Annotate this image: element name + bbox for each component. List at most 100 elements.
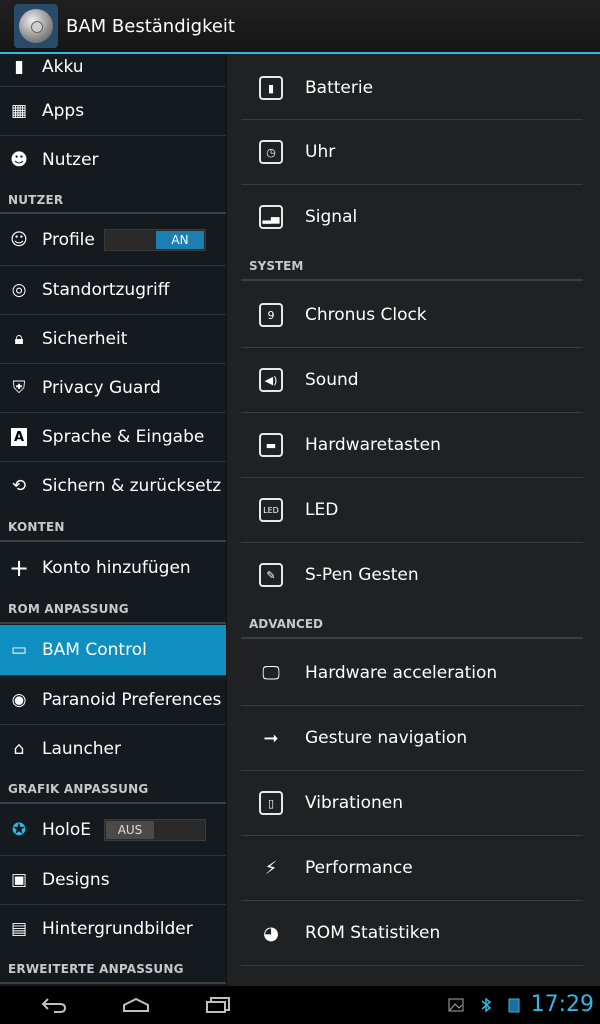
toggle-on-label: AN bbox=[156, 231, 204, 249]
section-header-grafik: GRAFIK ANPASSUNG bbox=[8, 782, 149, 796]
left-item-paranoid[interactable]: ◉ Paranoid Preferences bbox=[0, 676, 226, 724]
action-bar: BAM Beständigkeit bbox=[0, 0, 600, 54]
right-item-hardwaretasten[interactable]: ▬ Hardwaretasten bbox=[241, 413, 583, 477]
left-item-designs[interactable]: ▣ Designs bbox=[0, 856, 226, 904]
left-item-label: Profile bbox=[42, 230, 95, 250]
left-item-apps[interactable]: ▦ Apps bbox=[0, 87, 226, 135]
right-item-gesture-navigation[interactable]: ➞ Gesture navigation bbox=[241, 706, 583, 770]
image-notification-icon[interactable] bbox=[448, 997, 464, 1013]
right-item-led[interactable]: LED LED bbox=[241, 478, 583, 542]
left-item-bam-control[interactable]: ▭ BAM Control bbox=[0, 625, 226, 675]
spen-icon: ✎ bbox=[259, 563, 283, 587]
section-header-erweiterte: ERWEITERTE ANPASSUNG bbox=[8, 962, 184, 976]
left-item-label: Apps bbox=[42, 101, 85, 121]
profile-icon: ☺ bbox=[10, 230, 28, 250]
clock-icon: ◷ bbox=[259, 140, 283, 164]
left-item-label: Sichern & zurücksetz bbox=[42, 476, 222, 496]
profile-toggle[interactable]: AN bbox=[104, 229, 206, 251]
right-item-label: LED bbox=[305, 500, 339, 520]
right-item-hardware-acceleration[interactable]: 🖵︎ Hardware acceleration bbox=[241, 641, 583, 705]
right-item-label: Batterie bbox=[305, 78, 374, 98]
bluetooth-icon bbox=[478, 997, 494, 1013]
left-item-label: Designs bbox=[42, 870, 110, 890]
left-item-sicherheit[interactable]: 🔒︎ Sicherheit bbox=[0, 315, 226, 363]
left-item-standortzugriff[interactable]: ◎ Standortzugriff bbox=[0, 266, 226, 314]
right-item-label: Hardware acceleration bbox=[305, 663, 498, 683]
section-header-rom: ROM ANPASSUNG bbox=[8, 602, 129, 616]
left-item-label: Paranoid Preferences bbox=[42, 690, 222, 710]
sound-icon: ◀) bbox=[259, 368, 283, 392]
holo-toggle[interactable]: AUS bbox=[104, 819, 206, 841]
chronus-icon: 9 bbox=[259, 303, 283, 327]
left-item-nutzer[interactable]: ☻ Nutzer bbox=[0, 136, 226, 184]
section-header-nutzer: NUTZER bbox=[8, 193, 64, 207]
right-item-uhr[interactable]: ◷ Uhr bbox=[241, 120, 583, 184]
recent-apps-button[interactable] bbox=[198, 992, 238, 1018]
battery-icon: ▮ bbox=[259, 76, 283, 100]
home-button[interactable] bbox=[116, 992, 156, 1018]
vibration-icon: ▯ bbox=[259, 791, 283, 815]
battery-icon: ▮ bbox=[14, 57, 24, 77]
left-item-sichern[interactable]: ⟲ Sichern & zurücksetz bbox=[0, 462, 226, 510]
lightning-icon: ⚡︎ bbox=[264, 857, 278, 879]
apps-icon: ▦ bbox=[10, 101, 28, 121]
bam-control-icon: ▭ bbox=[10, 640, 28, 660]
right-item-label: Chronus Clock bbox=[305, 305, 427, 325]
right-item-spen[interactable]: ✎ S-Pen Gesten bbox=[241, 543, 583, 607]
right-item-signal[interactable]: ▂▄ Signal bbox=[241, 185, 583, 249]
shield-icon: ⛨ bbox=[12, 378, 26, 398]
right-item-label: Signal bbox=[305, 207, 358, 227]
statistics-icon: ◕ bbox=[263, 922, 279, 944]
right-settings-panel[interactable]: ▮ Batterie ◷ Uhr ▂▄ Signal SYSTEM 9 Chro… bbox=[226, 54, 600, 986]
left-item-launcher[interactable]: ⌂ Launcher bbox=[0, 725, 226, 773]
right-item-label: Hardwaretasten bbox=[305, 435, 441, 455]
left-item-label: Konto hinzufügen bbox=[42, 558, 191, 578]
battery-status-icon bbox=[506, 997, 522, 1013]
left-item-label: Sicherheit bbox=[42, 329, 128, 349]
plus-icon: + bbox=[8, 554, 30, 582]
left-item-akku[interactable]: ▮ Akku bbox=[0, 54, 226, 84]
wallpaper-icon: ▤ bbox=[10, 919, 28, 939]
right-item-batterie[interactable]: ▮ Batterie bbox=[241, 56, 583, 120]
left-item-label: Hintergrundbilder bbox=[42, 919, 193, 939]
left-item-privacy-guard[interactable]: ⛨ Privacy Guard bbox=[0, 364, 226, 412]
right-item-label: Gesture navigation bbox=[305, 728, 468, 748]
location-icon: ◎ bbox=[11, 280, 27, 300]
left-item-label: Standortzugriff bbox=[42, 280, 170, 300]
right-item-label: Sound bbox=[305, 370, 359, 390]
left-item-label: Launcher bbox=[42, 739, 122, 759]
section-header-konten: KONTEN bbox=[8, 520, 65, 534]
left-item-sprache[interactable]: A Sprache & Eingabe bbox=[0, 413, 226, 461]
toggle-off-label: AUS bbox=[106, 821, 154, 839]
right-item-performance[interactable]: ⚡︎ Performance bbox=[241, 836, 583, 900]
led-icon: LED bbox=[259, 498, 283, 522]
left-item-label: Nutzer bbox=[42, 150, 99, 170]
home-icon: ⌂ bbox=[13, 739, 25, 759]
left-item-label: Sprache & Eingabe bbox=[42, 427, 205, 447]
keyboard-icon: ▬ bbox=[259, 433, 283, 457]
right-item-label: Uhr bbox=[305, 142, 336, 162]
status-clock: 17:29 bbox=[530, 992, 594, 1017]
user-icon: ☻ bbox=[10, 150, 28, 170]
left-item-konto-hinzufuegen[interactable]: + Konto hinzufügen bbox=[0, 544, 226, 592]
right-item-vibrationen[interactable]: ▯ Vibrationen bbox=[241, 771, 583, 835]
left-item-hintergrundbilder[interactable]: ▤ Hintergrundbilder bbox=[0, 905, 226, 953]
right-item-chronus[interactable]: 9 Chronus Clock bbox=[241, 283, 583, 347]
right-item-rom-statistiken[interactable]: ◕ ROM Statistiken bbox=[241, 901, 583, 965]
signal-icon: ▂▄ bbox=[259, 205, 283, 229]
app-logo-icon[interactable] bbox=[14, 4, 58, 48]
section-header-advanced: ADVANCED bbox=[249, 617, 324, 631]
designs-icon: ▣ bbox=[10, 870, 28, 890]
app-title: BAM Beständigkeit bbox=[66, 15, 235, 37]
paranoid-icon: ◉ bbox=[11, 690, 27, 710]
left-item-label: BAM Control bbox=[42, 640, 147, 660]
back-button[interactable] bbox=[34, 992, 74, 1018]
right-item-label: ROM Statistiken bbox=[305, 923, 441, 943]
left-item-label: Privacy Guard bbox=[42, 378, 161, 398]
left-item-label: Akku bbox=[42, 57, 84, 77]
right-item-label: Vibrationen bbox=[305, 793, 403, 813]
language-icon: A bbox=[11, 428, 27, 446]
navigation-bar: 17:29 bbox=[0, 986, 600, 1024]
right-item-sound[interactable]: ◀) Sound bbox=[241, 348, 583, 412]
left-settings-list[interactable]: ▮ Akku ▦ Apps ☻ Nutzer NUTZER ☺ Profile … bbox=[0, 54, 226, 986]
